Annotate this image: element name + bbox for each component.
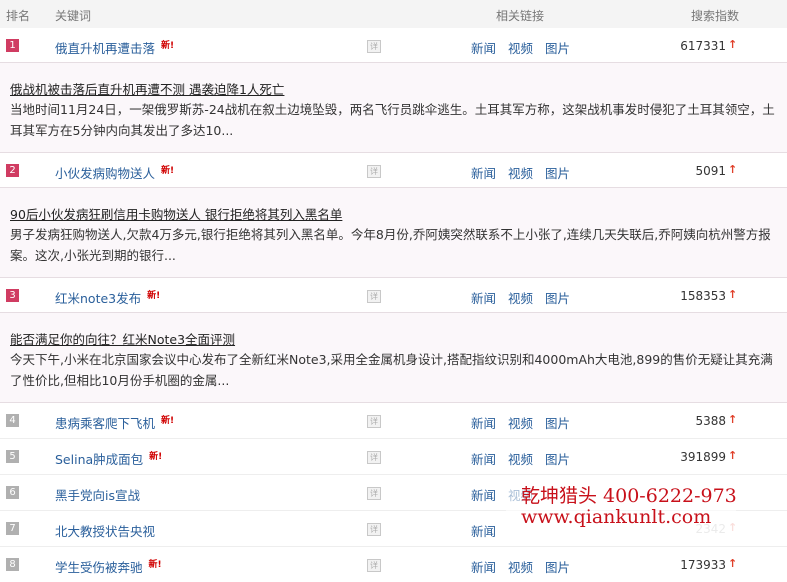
table-row: 3 红米note3发布 新! 详 新闻 视频 图片 158353 ↑ bbox=[0, 278, 787, 313]
table-row: 8 学生受伤被奔驰 新! 详 新闻 视频 图片 173933 ↑ bbox=[0, 547, 787, 582]
video-link[interactable]: 视频 bbox=[508, 163, 533, 182]
header-rank: 排名 bbox=[6, 9, 31, 23]
new-badge: 新! bbox=[149, 452, 163, 462]
watermark-line1: 乾坤猎头 400-6222-973 bbox=[521, 485, 737, 507]
keyword-link[interactable]: 患病乘客爬下飞机 新! bbox=[55, 413, 174, 432]
news-expand: 90后小伙发病狂刷信用卡购物送人 银行拒绝将其列入黑名单 男子发病狂购物送人,欠… bbox=[0, 187, 787, 278]
up-arrow-icon: ↑ bbox=[728, 449, 738, 462]
keyword-link[interactable]: 小伙发病购物送人 新! bbox=[55, 163, 174, 182]
new-badge: 新! bbox=[161, 166, 175, 176]
news-link[interactable]: 新闻 bbox=[471, 288, 496, 307]
keyword-link[interactable]: Selina肿成面包 新! bbox=[55, 449, 162, 468]
watermark-line2: www.qiankunlt.com bbox=[521, 506, 712, 528]
keyword-link[interactable]: 红米note3发布 新! bbox=[55, 288, 160, 307]
detail-icon[interactable]: 详 bbox=[367, 523, 381, 536]
detail-icon[interactable]: 详 bbox=[367, 40, 381, 53]
news-link[interactable]: 新闻 bbox=[471, 163, 496, 182]
detail-icon[interactable]: 详 bbox=[367, 290, 381, 303]
up-arrow-icon: ↑ bbox=[728, 38, 738, 51]
rank-badge: 1 bbox=[6, 39, 19, 52]
news-link[interactable]: 新闻 bbox=[471, 521, 496, 540]
image-link[interactable]: 图片 bbox=[545, 288, 570, 307]
news-title-link[interactable]: 能否满足你的向往？红米Note3全面评测 bbox=[10, 329, 235, 348]
header-keyword: 关键词 bbox=[55, 9, 92, 23]
new-badge: 新! bbox=[147, 291, 161, 301]
news-title-link[interactable]: 俄战机被击落后直升机再遭不测 遇袭迫降1人死亡 bbox=[10, 79, 284, 98]
up-arrow-icon: ↑ bbox=[728, 288, 738, 301]
news-summary: 当地时间11月24日，一架俄罗斯苏-24战机在叙土边境坠毁，两名飞行员跳伞逃生。… bbox=[10, 102, 775, 138]
search-index: 158353 bbox=[680, 289, 726, 303]
news-summary: 男子发病狂购物送人,欠款4万多元,银行拒绝将其列入黑名单。今年8月份,乔阿姨突然… bbox=[10, 227, 771, 263]
rank-badge: 4 bbox=[6, 414, 19, 427]
detail-icon[interactable]: 详 bbox=[367, 165, 381, 178]
image-link[interactable]: 图片 bbox=[545, 38, 570, 57]
image-link[interactable]: 图片 bbox=[545, 557, 570, 576]
table-row: 1 俄直升机再遭击落 新! 详 新闻 视频 图片 617331 ↑ bbox=[0, 28, 787, 63]
rank-badge: 7 bbox=[6, 522, 19, 535]
video-link[interactable]: 视频 bbox=[508, 449, 533, 468]
detail-icon[interactable]: 详 bbox=[367, 415, 381, 428]
new-badge: 新! bbox=[148, 560, 162, 570]
table-row: 4 患病乘客爬下飞机 新! 详 新闻 视频 图片 5388 ↑ bbox=[0, 403, 787, 438]
new-badge: 新! bbox=[161, 41, 175, 51]
image-link[interactable]: 图片 bbox=[545, 163, 570, 182]
search-index: 5388 bbox=[695, 414, 726, 428]
search-index: 173933 bbox=[680, 558, 726, 572]
keyword-link[interactable]: 俄直升机再遭击落 新! bbox=[55, 38, 174, 57]
rank-badge: 3 bbox=[6, 289, 19, 302]
news-link[interactable]: 新闻 bbox=[471, 38, 496, 57]
keyword-link[interactable]: 学生受伤被奔驰 新! bbox=[55, 557, 162, 576]
header-index: 搜索指数 bbox=[691, 9, 740, 23]
news-link[interactable]: 新闻 bbox=[471, 485, 496, 504]
search-index: 5091 bbox=[695, 164, 726, 178]
detail-icon[interactable]: 详 bbox=[367, 451, 381, 464]
up-arrow-icon: ↑ bbox=[728, 413, 738, 426]
news-link[interactable]: 新闻 bbox=[471, 413, 496, 432]
video-link[interactable]: 视频 bbox=[508, 288, 533, 307]
rank-badge: 8 bbox=[6, 558, 19, 571]
table-row: 2 小伙发病购物送人 新! 详 新闻 视频 图片 5091 ↑ bbox=[0, 153, 787, 188]
video-link[interactable]: 视频 bbox=[508, 557, 533, 576]
image-link[interactable]: 图片 bbox=[545, 413, 570, 432]
video-link[interactable]: 视频 bbox=[508, 413, 533, 432]
keyword-link[interactable]: 黑手党向is宣战 bbox=[55, 485, 140, 504]
detail-icon[interactable]: 详 bbox=[367, 487, 381, 500]
news-title-link[interactable]: 90后小伙发病狂刷信用卡购物送人 银行拒绝将其列入黑名单 bbox=[10, 204, 342, 223]
table-row: 5 Selina肿成面包 新! 详 新闻 视频 图片 391899 ↑ bbox=[0, 439, 787, 474]
news-expand: 俄战机被击落后直升机再遭不测 遇袭迫降1人死亡 当地时间11月24日，一架俄罗斯… bbox=[0, 62, 787, 153]
news-link[interactable]: 新闻 bbox=[471, 557, 496, 576]
image-link[interactable]: 图片 bbox=[545, 449, 570, 468]
header-links: 相关链接 bbox=[496, 9, 545, 23]
detail-icon[interactable]: 详 bbox=[367, 559, 381, 572]
rank-badge: 2 bbox=[6, 164, 19, 177]
news-link[interactable]: 新闻 bbox=[471, 449, 496, 468]
rank-badge: 6 bbox=[6, 486, 19, 499]
rank-badge: 5 bbox=[6, 450, 19, 463]
news-summary: 今天下午,小米在北京国家会议中心发布了全新红米Note3,采用全金属机身设计,搭… bbox=[10, 352, 773, 388]
new-badge: 新! bbox=[161, 416, 175, 426]
video-link[interactable]: 视频 bbox=[508, 38, 533, 57]
search-index: 617331 bbox=[680, 39, 726, 53]
table-header: 排名 关键词 相关链接 搜索指数 bbox=[0, 0, 787, 29]
keyword-link[interactable]: 北大教授状告央视 bbox=[55, 521, 155, 540]
search-index: 391899 bbox=[680, 450, 726, 464]
news-expand: 能否满足你的向往？红米Note3全面评测 今天下午,小米在北京国家会议中心发布了… bbox=[0, 312, 787, 403]
up-arrow-icon: ↑ bbox=[728, 163, 738, 176]
